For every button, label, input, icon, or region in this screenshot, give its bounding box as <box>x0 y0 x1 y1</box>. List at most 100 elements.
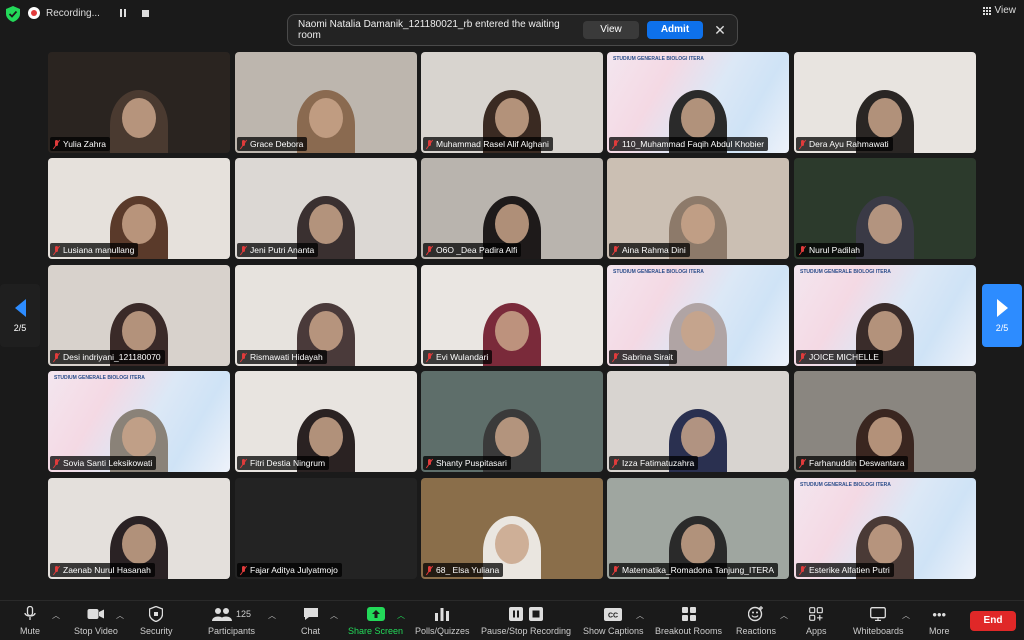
participant-name: Zaenab Nurul Hasanah <box>63 565 151 575</box>
participant-face <box>495 311 529 351</box>
participant-tile[interactable]: STUDIUM GENERALE BIOLOGI ITERA Sabrina Si… <box>607 265 789 366</box>
participant-tile[interactable]: Desi indriyani_121180070 <box>48 265 230 366</box>
participant-nameplate: Muhammad Rasel Alif Alghani <box>423 137 553 151</box>
stop-video-button[interactable]: Stop Video <box>74 605 118 636</box>
polls-label: Polls/Quizzes <box>415 626 470 636</box>
pause-recording-icon[interactable] <box>119 9 126 17</box>
mute-button[interactable]: Mute <box>20 605 40 636</box>
polls-button[interactable]: Polls/Quizzes <box>415 605 470 636</box>
participant-tile[interactable]: Shanty Puspitasari <box>421 371 603 472</box>
participant-face <box>681 417 715 457</box>
participant-tile[interactable]: Muhammad Rasel Alif Alghani <box>421 52 603 153</box>
participant-face <box>868 311 902 351</box>
participant-tile[interactable]: Grace Debora <box>235 52 417 153</box>
muted-mic-icon <box>612 458 619 468</box>
participant-name: Fajar Aditya Julyatmojo <box>250 565 338 575</box>
participant-tile[interactable]: Dera Ayu Rahmawati <box>794 52 976 153</box>
next-page-button[interactable]: 2/5 <box>982 284 1022 347</box>
muted-mic-icon <box>799 565 806 575</box>
arrow-left-icon <box>14 298 26 317</box>
more-dots-icon: ••• <box>932 606 947 622</box>
participant-tile[interactable]: Jeni Putri Ananta <box>235 158 417 259</box>
shield-icon <box>149 605 164 623</box>
participant-tile[interactable]: STUDIUM GENERALE BIOLOGI ITERA JOICE MICH… <box>794 265 976 366</box>
participant-nameplate: Sabrina Sirait <box>609 350 678 364</box>
participant-tile[interactable]: STUDIUM GENERALE BIOLOGI ITERA Sovia Sant… <box>48 371 230 472</box>
whiteboards-button[interactable]: Whiteboards <box>853 605 904 636</box>
participant-tile[interactable]: O6O _Dea Padira Alfi <box>421 158 603 259</box>
previous-page-button[interactable]: 2/5 <box>0 284 40 347</box>
participant-nameplate: O6O _Dea Padira Alfi <box>423 243 522 257</box>
participant-tile[interactable]: Izza Fatimatuzahra <box>607 371 789 472</box>
participant-tile[interactable]: Lusiana manullang <box>48 158 230 259</box>
participant-nameplate: Evi Wulandari <box>423 350 493 364</box>
participant-nameplate: Aina Rahma Dini <box>609 243 690 257</box>
view-menu-button[interactable]: View <box>982 5 1016 16</box>
participant-tile[interactable]: STUDIUM GENERALE BIOLOGI ITERA 110_Muhamm… <box>607 52 789 153</box>
participant-tile[interactable]: Yulia Zahra <box>48 52 230 153</box>
meeting-toolbar: Mute ︿ Stop Video ︿ Security 125 Partici… <box>0 600 1024 640</box>
participant-tile[interactable]: Nurul Padilah <box>794 158 976 259</box>
admit-button[interactable]: Admit <box>647 21 703 39</box>
reactions-button[interactable]: Reactions <box>736 605 776 636</box>
share-caret-icon[interactable]: ︿ <box>397 610 405 621</box>
captions-label: Show Captions <box>583 626 644 636</box>
chat-button[interactable]: Chat <box>301 605 320 636</box>
participant-name: 110_Muhammad Faqih Abdul Khobier <box>622 139 765 149</box>
participant-nameplate: Sovia Santi Leksikowati <box>50 456 157 470</box>
participant-tile[interactable]: 68_ Elsa Yuliana <box>421 478 603 579</box>
participant-nameplate: Lusiana manullang <box>50 243 139 257</box>
stop-recording-icon[interactable] <box>141 9 149 17</box>
muted-mic-icon <box>240 565 247 575</box>
participant-name: Sovia Santi Leksikowati <box>63 458 153 468</box>
participant-nameplate: Izza Fatimatuzahra <box>609 456 699 470</box>
security-button[interactable]: Security <box>140 605 173 636</box>
muted-mic-icon <box>799 139 806 149</box>
video-options-caret-icon[interactable]: ︿ <box>116 610 124 621</box>
participant-nameplate: Farhanuddin Deswantara <box>796 456 909 470</box>
participants-button[interactable]: 125 Participants <box>208 605 255 636</box>
participant-face <box>868 524 902 564</box>
recording-label: Recording... <box>46 7 100 19</box>
chat-caret-icon[interactable]: ︿ <box>330 610 338 621</box>
notification-view-button[interactable]: View <box>583 21 639 39</box>
page-indicator-left: 2/5 <box>13 322 27 333</box>
muted-mic-icon <box>240 458 247 468</box>
participant-tile[interactable]: Aina Rahma Dini <box>607 158 789 259</box>
participant-name: Evi Wulandari <box>436 352 489 362</box>
participants-caret-icon[interactable]: ︿ <box>268 610 276 621</box>
close-icon[interactable]: ✕ <box>713 22 727 39</box>
participant-tile[interactable]: Zaenab Nurul Hasanah <box>48 478 230 579</box>
more-button[interactable]: ••• More <box>929 605 950 637</box>
participant-nameplate: 110_Muhammad Faqih Abdul Khobier <box>609 137 769 151</box>
waiting-room-notification: Naomi Natalia Damanik_121180021_rb enter… <box>287 14 738 46</box>
share-screen-button[interactable]: Share Screen <box>348 605 403 636</box>
pause-stop-recording-button[interactable]: Pause/Stop Recording <box>481 605 571 636</box>
participant-face <box>681 204 715 244</box>
participant-name: Dera Ayu Rahmawati <box>809 139 889 149</box>
show-captions-button[interactable]: CC Show Captions <box>583 605 644 636</box>
participant-face <box>681 311 715 351</box>
participant-nameplate: Esterike Alfatien Putri <box>796 563 894 577</box>
reactions-caret-icon[interactable]: ︿ <box>780 610 788 621</box>
apps-button[interactable]: Apps <box>806 605 827 636</box>
participant-tile[interactable]: STUDIUM GENERALE BIOLOGI ITERA Esterike A… <box>794 478 976 579</box>
muted-mic-icon <box>240 139 247 149</box>
pause-stop-icon <box>509 605 544 623</box>
participant-tile[interactable]: Rismawati Hidayah <box>235 265 417 366</box>
captions-caret-icon[interactable]: ︿ <box>636 610 644 621</box>
participant-name: Sabrina Sirait <box>622 352 674 362</box>
end-meeting-button[interactable]: End <box>970 611 1016 631</box>
participant-tile[interactable]: Evi Wulandari <box>421 265 603 366</box>
whiteboards-caret-icon[interactable]: ︿ <box>902 610 910 621</box>
grid-view-icon <box>982 6 991 15</box>
slide-title: STUDIUM GENERALE BIOLOGI ITERA <box>613 56 704 62</box>
participant-name: Yulia Zahra <box>63 139 106 149</box>
audio-options-caret-icon[interactable]: ︿ <box>52 610 60 621</box>
participant-tile[interactable]: Farhanuddin Deswantara <box>794 371 976 472</box>
participant-tile[interactable]: Fajar Aditya Julyatmojo <box>235 478 417 579</box>
participant-nameplate: Grace Debora <box>237 137 308 151</box>
participant-tile[interactable]: Fitri Destia Ningrum <box>235 371 417 472</box>
breakout-rooms-button[interactable]: Breakout Rooms <box>655 605 722 636</box>
participant-tile[interactable]: Matematika_Romadona Tanjung_ITERA <box>607 478 789 579</box>
